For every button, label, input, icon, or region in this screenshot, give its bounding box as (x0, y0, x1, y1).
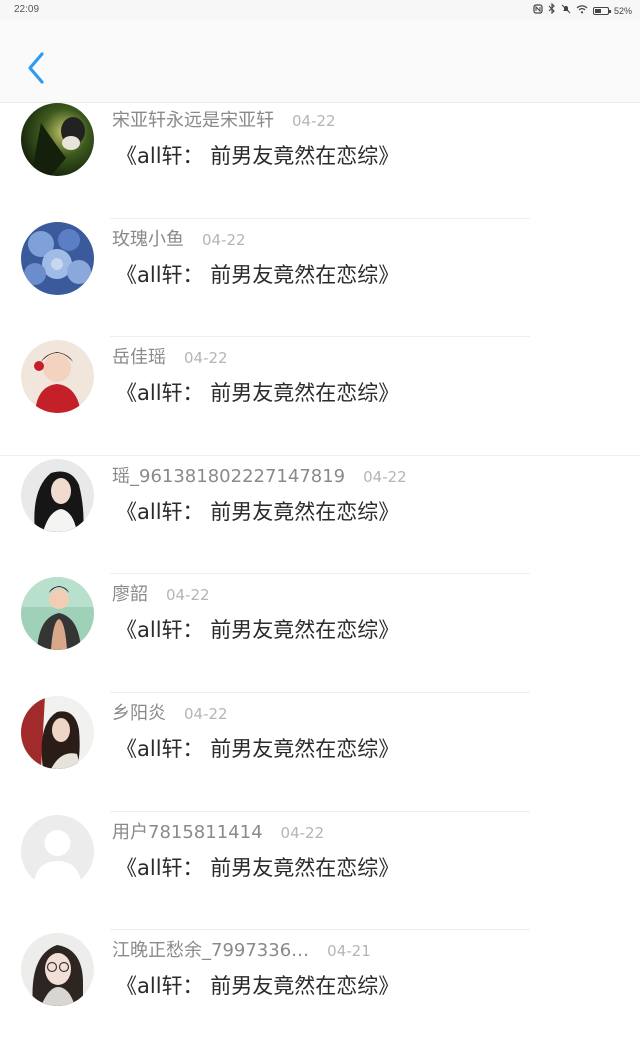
divider (110, 573, 530, 575)
comment-text: 《all轩： 前男友竟然在恋综》 (116, 499, 400, 524)
avatar[interactable] (21, 695, 94, 769)
nfc-icon (533, 3, 543, 18)
divider (110, 217, 530, 219)
comment-date: 04-22 (166, 586, 210, 605)
username[interactable]: 宋亚轩永远是宋亚轩 (112, 106, 274, 132)
comment-date: 04-22 (363, 467, 407, 486)
comment-text: 《all轩： 前男友竟然在恋综》 (116, 618, 400, 643)
comment-meta: 玫瑰小鱼 04-22 (112, 225, 246, 251)
comment-date: 04-22 (202, 230, 246, 249)
comment-row[interactable]: 江晚正愁余_7997336… 04-21 《all轩： 前男友竟然在恋综》 (0, 932, 640, 1051)
divider (110, 929, 530, 931)
battery-icon (592, 6, 611, 15)
comment-row[interactable]: 用户7815811414 04-22 《all轩： 前男友竟然在恋综》 (0, 814, 640, 933)
comment-text: 《all轩： 前男友竟然在恋综》 (116, 381, 400, 406)
avatar[interactable] (21, 103, 94, 176)
avatar[interactable] (21, 814, 94, 888)
comment-date: 04-22 (184, 704, 228, 723)
status-time: 22:09 (14, 4, 40, 15)
comment-meta: 用户7815811414 04-22 (112, 818, 324, 844)
divider (110, 691, 530, 693)
username[interactable]: 用户7815811414 (112, 818, 263, 844)
comment-row[interactable]: 瑶_9613818022271478​19 04-22 《all轩： 前男友竟然… (0, 458, 640, 577)
comment-date: 04-22 (292, 112, 336, 130)
comment-text: 《all轩： 前男友竟然在恋综》 (116, 974, 400, 999)
username[interactable]: 瑶_9613818022271478​19 (112, 462, 345, 488)
comment-date: 04-22 (184, 349, 228, 368)
comment-row[interactable]: 岳佳瑶 04-22 《all轩： 前男友竟然在恋综》 (0, 339, 640, 458)
comment-row[interactable]: 乡阳炎 04-22 《all轩： 前男友竟然在恋综》 (0, 695, 640, 814)
comment-date: 04-21 (327, 942, 371, 961)
username[interactable]: 玫瑰小鱼 (112, 225, 184, 251)
chevron-left-icon (28, 52, 44, 84)
status-bar: 22:09 52% (0, 0, 640, 20)
username[interactable]: 乡阳炎 (112, 699, 166, 725)
avatar[interactable] (21, 933, 94, 1007)
battery-level (594, 8, 602, 13)
username[interactable]: 岳佳瑶 (112, 343, 166, 369)
bluetooth-icon (548, 2, 556, 18)
wifi-icon (576, 4, 588, 18)
battery-percent: 52% (613, 5, 632, 16)
avatar[interactable] (21, 458, 94, 532)
comment-meta: 江晚正愁余_7997336… 04-21 (112, 936, 371, 962)
avatar[interactable] (21, 340, 94, 414)
username[interactable]: 廖韶 (112, 580, 148, 606)
comment-row[interactable]: 宋亚轩永远是宋亚轩 04-22 《all轩： 前男友竟然在恋综》 (0, 102, 640, 221)
comment-meta: 瑶_9613818022271478​19 04-22 (112, 462, 407, 488)
avatar[interactable] (21, 221, 94, 295)
mute-icon (561, 4, 571, 18)
comment-meta: 岳佳瑶 04-22 (112, 343, 228, 369)
divider (0, 454, 640, 456)
comment-text: 《all轩： 前男友竟然在恋综》 (116, 736, 400, 761)
username[interactable]: 江晚正愁余_7997336… (112, 936, 309, 962)
status-icons: 52% (533, 2, 632, 18)
default-avatar-icon (21, 814, 94, 888)
comment-text: 《all轩： 前男友竟然在恋综》 (116, 144, 400, 168)
avatar[interactable] (21, 577, 94, 651)
comment-list: 宋亚轩永远是宋亚轩 04-22 《all轩： 前男友竟然在恋综》 玫瑰小鱼 04… (0, 102, 640, 1051)
comment-meta: 宋亚轩永远是宋亚轩 04-22 (112, 106, 336, 132)
comment-meta: 廖韶 04-22 (112, 580, 210, 606)
comment-meta: 乡阳炎 04-22 (112, 699, 228, 725)
comment-row[interactable]: 玫瑰小鱼 04-22 《all轩： 前男友竟然在恋综》 (0, 221, 640, 340)
divider (110, 810, 530, 812)
comment-date: 04-22 (280, 823, 325, 842)
divider (110, 336, 530, 338)
comment-text: 《all轩： 前男友竟然在恋综》 (116, 262, 400, 287)
comment-text: 《all轩： 前男友竟然在恋综》 (116, 855, 400, 880)
comment-row[interactable]: 廖韶 04-22 《all轩： 前男友竟然在恋综》 (0, 576, 640, 695)
back-button[interactable] (18, 50, 54, 86)
